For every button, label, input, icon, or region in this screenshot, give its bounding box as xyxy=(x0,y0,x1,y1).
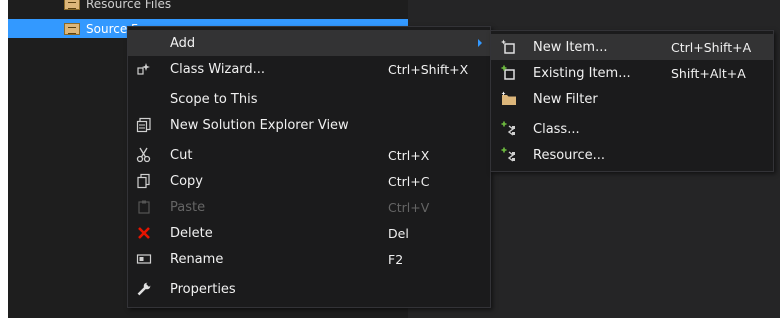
menu-item-properties[interactable]: Properties xyxy=(128,276,490,302)
menu-item-new-solution-explorer-view[interactable]: New Solution Explorer View xyxy=(128,112,490,138)
submenu-item-new-filter[interactable]: New Filter xyxy=(491,86,773,112)
menu-item-shortcut: F2 xyxy=(388,251,404,267)
menu-item-label: Class... xyxy=(533,121,580,137)
submenu-item-new-item[interactable]: New Item... Ctrl+Shift+A xyxy=(491,34,773,60)
menu-item-delete[interactable]: Delete Del xyxy=(128,220,490,246)
menu-item-class-wizard[interactable]: Class Wizard... Ctrl+Shift+X xyxy=(128,56,490,82)
menu-item-label: Resource... xyxy=(533,147,606,163)
menu-item-label: Cut xyxy=(170,147,193,163)
menu-item-paste: Paste Ctrl+V xyxy=(128,194,490,220)
filter-folder-icon xyxy=(64,22,80,35)
menu-item-shortcut: Ctrl+V xyxy=(388,199,430,215)
menu-item-shortcut: Del xyxy=(388,225,409,241)
menu-item-shortcut: Ctrl+Shift+X xyxy=(388,61,469,77)
submenu-arrow-icon xyxy=(478,39,482,47)
add-submenu: New Item... Ctrl+Shift+A Existing Item..… xyxy=(490,30,774,172)
class-wizard-icon xyxy=(136,61,152,77)
scissors-icon xyxy=(136,147,152,163)
menu-item-label: Copy xyxy=(170,173,203,189)
delete-icon xyxy=(136,225,152,241)
tree-item-label: Resource Files xyxy=(86,0,172,11)
menu-item-label: Properties xyxy=(170,281,236,297)
add-class-icon xyxy=(501,121,517,137)
menu-item-label: Scope to This xyxy=(170,91,258,107)
copy-icon xyxy=(136,173,152,189)
menu-item-rename[interactable]: Rename F2 xyxy=(128,246,490,272)
tree-item-resource-files[interactable]: Resource Files xyxy=(8,0,408,13)
folder-icon xyxy=(501,91,517,107)
menu-item-label: Paste xyxy=(170,199,206,215)
menu-item-shortcut: Shift+Alt+A xyxy=(671,65,746,81)
menu-item-add[interactable]: Add xyxy=(128,30,490,56)
submenu-item-existing-item[interactable]: Existing Item... Shift+Alt+A xyxy=(491,60,773,86)
menu-item-label: New Solution Explorer View xyxy=(170,117,349,133)
menu-item-label: New Filter xyxy=(533,91,598,107)
menu-item-shortcut: Ctrl+Shift+A xyxy=(671,39,752,55)
menu-item-shortcut: Ctrl+C xyxy=(388,173,430,189)
menu-item-label: Rename xyxy=(170,251,224,267)
new-view-icon xyxy=(136,117,152,133)
wrench-icon xyxy=(136,281,152,297)
add-resource-icon xyxy=(501,147,517,163)
rename-icon xyxy=(136,251,152,267)
menu-item-label: Existing Item... xyxy=(533,65,631,81)
existing-item-icon xyxy=(501,65,517,81)
context-menu: Add Class Wizard... Ctrl+Shift+X Scope t… xyxy=(127,26,491,308)
menu-item-label: Add xyxy=(170,35,196,51)
menu-item-label: Class Wizard... xyxy=(170,61,266,77)
new-item-icon xyxy=(501,39,517,55)
menu-item-label: New Item... xyxy=(533,39,608,55)
paste-icon xyxy=(136,199,152,215)
submenu-item-class[interactable]: Class... xyxy=(491,116,773,142)
ide-window: Resource Files Source F Add Class Wizard… xyxy=(8,0,780,318)
menu-item-label: Delete xyxy=(170,225,213,241)
menu-item-scope-to-this[interactable]: Scope to This xyxy=(128,86,490,112)
menu-item-copy[interactable]: Copy Ctrl+C xyxy=(128,168,490,194)
menu-item-cut[interactable]: Cut Ctrl+X xyxy=(128,142,490,168)
submenu-item-resource[interactable]: Resource... xyxy=(491,142,773,168)
filter-folder-icon xyxy=(64,0,80,10)
menu-item-shortcut: Ctrl+X xyxy=(388,147,430,163)
